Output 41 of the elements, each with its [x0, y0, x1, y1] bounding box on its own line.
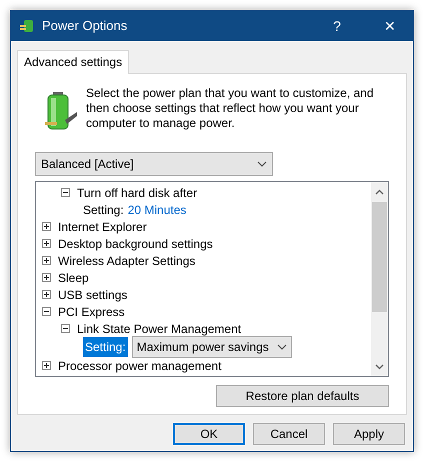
setting-label: Setting:	[83, 202, 124, 218]
scroll-up-icon[interactable]	[375, 189, 384, 195]
setting-label: Setting:	[83, 337, 128, 357]
expand-icon[interactable]	[42, 222, 51, 231]
plan-dropdown[interactable]: Balanced [Active]	[35, 152, 273, 176]
tree-item[interactable]: USB settings	[58, 286, 128, 304]
tree-item[interactable]: Sleep	[58, 268, 89, 286]
dialog-button[interactable]: OK	[173, 423, 245, 445]
expand-icon[interactable]	[42, 239, 51, 248]
tree-item[interactable]: Turn off hard disk after	[77, 184, 198, 202]
help-button[interactable]: ?	[314, 11, 360, 41]
chevron-down-icon	[276, 344, 287, 350]
scrollbar-thumb[interactable]	[372, 202, 387, 312]
window-title: Power Options	[42, 17, 128, 36]
scrollbar[interactable]	[371, 182, 388, 376]
dialog-button[interactable]: Cancel	[253, 423, 325, 445]
setting-value: Maximum power savings	[136, 339, 269, 356]
tree-item[interactable]: Wireless Adapter Settings	[58, 252, 196, 270]
expand-icon[interactable]	[42, 256, 51, 265]
collapse-icon[interactable]	[61, 324, 70, 333]
tree-item[interactable]: Processor power management	[58, 356, 222, 374]
setting-dropdown[interactable]: Maximum power savings	[132, 336, 292, 358]
tree-item[interactable]: Internet Explorer	[58, 218, 147, 236]
expand-icon[interactable]	[42, 361, 51, 370]
plan-value: Balanced [Active]	[41, 156, 134, 173]
setting-value-link[interactable]: 20 Minutes	[128, 200, 186, 218]
description-text: Select the power plan that you want to customize, and then choose settings that reflect how you want your computer to manage power.	[86, 86, 375, 132]
expand-icon[interactable]	[42, 273, 51, 282]
tree-item[interactable]: Desktop background settings	[58, 234, 213, 252]
dialog-button[interactable]: Apply	[333, 423, 405, 445]
expand-icon[interactable]	[42, 290, 51, 299]
tab[interactable]: Advanced settings	[17, 50, 130, 74]
tree-item[interactable]: Link State Power Management	[77, 320, 242, 338]
collapse-icon[interactable]	[61, 188, 70, 197]
chevron-down-icon	[257, 161, 267, 167]
tree-item[interactable]: PCI Express	[58, 302, 125, 320]
power-plug-icon	[19, 18, 35, 34]
scroll-down-icon[interactable]	[375, 364, 384, 370]
restore-defaults-button[interactable]: Restore plan defaults	[216, 385, 389, 407]
collapse-icon[interactable]	[42, 307, 51, 316]
close-button[interactable]: ✕	[367, 11, 413, 41]
